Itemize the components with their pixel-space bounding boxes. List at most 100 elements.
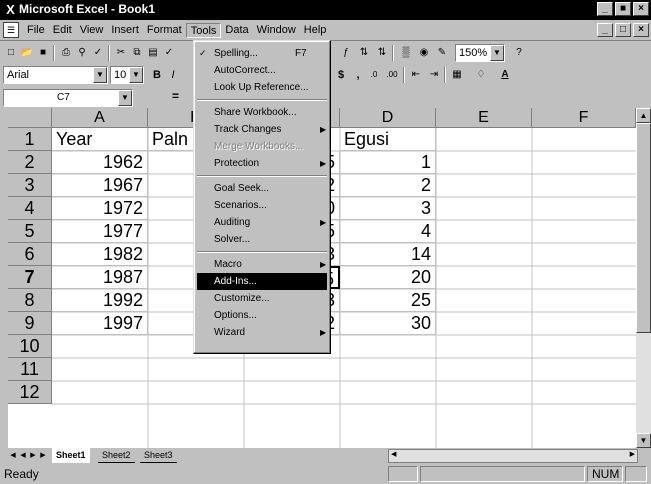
row-header-5[interactable]: 5	[8, 220, 52, 243]
cell-d7[interactable]: 20	[340, 266, 436, 289]
menu-item-options[interactable]: Options...	[197, 307, 327, 324]
menu-help[interactable]: Help	[300, 23, 331, 38]
cell-a6[interactable]: 1982	[52, 243, 148, 266]
chart-wizard-icon[interactable]: ▒	[398, 45, 414, 61]
row-header-7[interactable]: 7	[8, 266, 52, 289]
zoom-combo[interactable]: 150% ▼	[455, 44, 505, 62]
increase-decimal-button[interactable]: .0	[366, 67, 382, 83]
comma-button[interactable]: ,	[350, 67, 366, 83]
doc-close-button[interactable]: ×	[633, 23, 649, 37]
doc-restore-button[interactable]: □	[615, 23, 631, 37]
row-header-2[interactable]: 2	[8, 151, 52, 174]
function-icon[interactable]: ƒ	[338, 45, 354, 61]
cell-a8[interactable]: 1992	[52, 289, 148, 312]
minimize-button[interactable]: _	[597, 2, 613, 16]
vertical-scrollbar[interactable]: ▲ ▼	[636, 108, 651, 448]
select-all-corner[interactable]	[8, 108, 52, 128]
spelling-icon[interactable]: ✓	[90, 45, 106, 61]
cell-a1[interactable]: Year	[52, 128, 148, 151]
excel-app-icon[interactable]: X	[3, 2, 18, 17]
cell-a9[interactable]: 1997	[52, 312, 148, 335]
print-preview-icon[interactable]: ⚲	[74, 45, 90, 61]
scroll-left-icon[interactable]: ◀	[391, 450, 396, 458]
row-header-6[interactable]: 6	[8, 243, 52, 266]
copy-icon[interactable]: ⧉	[129, 45, 145, 61]
increase-indent-icon[interactable]: ⇥	[426, 67, 442, 83]
tab-sheet1[interactable]: Sheet1	[52, 448, 90, 463]
last-sheet-icon[interactable]: ▶	[38, 449, 48, 462]
cell-d9[interactable]: 30	[340, 312, 436, 335]
open-icon[interactable]: 📂	[19, 45, 35, 61]
sort-descending-icon[interactable]: ⇅	[374, 45, 390, 61]
print-icon[interactable]: ⎙	[58, 45, 74, 61]
name-box[interactable]: C7 ▼	[3, 89, 133, 107]
menu-item-auditing[interactable]: Auditing ▶	[197, 214, 327, 231]
cell-d6[interactable]: 14	[340, 243, 436, 266]
scroll-right-icon[interactable]: ▶	[630, 450, 635, 458]
chevron-down-icon[interactable]: ▼	[93, 67, 107, 83]
font-color-icon[interactable]: A	[497, 67, 513, 83]
chevron-down-icon[interactable]: ▼	[118, 90, 132, 106]
help-icon[interactable]: ?	[511, 45, 527, 61]
menu-format[interactable]: Format	[143, 23, 186, 38]
row-header-12[interactable]: 12	[8, 381, 52, 404]
doc-minimize-button[interactable]: _	[597, 23, 613, 37]
menu-data[interactable]: Data	[221, 23, 252, 38]
row-header-10[interactable]: 10	[8, 335, 52, 358]
menu-window[interactable]: Window	[253, 23, 300, 38]
row-header-1[interactable]: 1	[8, 128, 52, 151]
row-header-11[interactable]: 11	[8, 358, 52, 381]
fill-color-icon[interactable]: ♢	[473, 67, 489, 83]
chevron-down-icon[interactable]: ▼	[129, 67, 143, 83]
menu-item-add-ins[interactable]: Add-Ins...	[197, 273, 327, 290]
cell-d2[interactable]: 1	[340, 151, 436, 174]
maximize-button[interactable]: ■	[615, 2, 631, 16]
scroll-up-icon[interactable]: ▲	[636, 108, 651, 123]
currency-button[interactable]: $	[333, 67, 349, 83]
menu-item-customize[interactable]: Customize...	[197, 290, 327, 307]
menu-tools[interactable]: Tools	[185, 23, 222, 38]
sort-ascending-icon[interactable]: ⇅	[356, 45, 372, 61]
menu-edit[interactable]: Edit	[49, 23, 76, 38]
menu-item-wizard[interactable]: Wizard ▶	[197, 324, 327, 341]
row-header-4[interactable]: 4	[8, 197, 52, 220]
col-header-f[interactable]: F	[532, 108, 636, 128]
cell-a4[interactable]: 1972	[52, 197, 148, 220]
col-header-e[interactable]: E	[436, 108, 532, 128]
horizontal-scrollbar[interactable]: ◀ ▶	[388, 449, 638, 463]
menu-file[interactable]: File	[23, 23, 49, 38]
borders-icon[interactable]: ▦	[449, 67, 465, 83]
map-icon[interactable]: ◉	[416, 45, 432, 61]
menu-item-spelling[interactable]: ✓ Spelling... F7	[197, 45, 327, 62]
cell-a5[interactable]: 1977	[52, 220, 148, 243]
cell-d5[interactable]: 4	[340, 220, 436, 243]
menu-insert[interactable]: Insert	[107, 23, 143, 38]
next-sheet-icon[interactable]: ▶	[28, 449, 38, 462]
new-icon[interactable]: □	[3, 45, 19, 61]
cell-b1[interactable]: Paln	[148, 128, 198, 151]
font-size-combo[interactable]: 10 ▼	[110, 66, 144, 84]
font-name-combo[interactable]: Arial ▼	[3, 66, 108, 84]
format-painter-icon[interactable]: ✓	[161, 45, 177, 61]
menu-item-share-workbook[interactable]: Share Workbook...	[197, 104, 327, 121]
row-header-3[interactable]: 3	[8, 174, 52, 197]
menu-item-protection[interactable]: Protection ▶	[197, 155, 327, 172]
col-header-d[interactable]: D	[340, 108, 436, 128]
cell-a3[interactable]: 1967	[52, 174, 148, 197]
cell-d4[interactable]: 3	[340, 197, 436, 220]
menu-item-lookup-reference[interactable]: Look Up Reference...	[197, 79, 327, 96]
cut-icon[interactable]: ✂	[113, 45, 129, 61]
menu-item-goal-seek[interactable]: Goal Seek...	[197, 180, 327, 197]
bold-button[interactable]: B	[149, 67, 165, 83]
italic-button[interactable]: I	[165, 67, 181, 83]
decrease-indent-icon[interactable]: ⇤	[408, 67, 424, 83]
cell-a2[interactable]: 1962	[52, 151, 148, 174]
scroll-thumb[interactable]	[636, 123, 651, 333]
menu-item-autocorrect[interactable]: AutoCorrect...	[197, 62, 327, 79]
tab-sheet2[interactable]: Sheet2	[98, 448, 135, 463]
menu-item-track-changes[interactable]: Track Changes ▶	[197, 121, 327, 138]
menu-view[interactable]: View	[76, 23, 108, 38]
document-icon[interactable]: ☰	[3, 22, 19, 38]
menu-item-solver[interactable]: Solver...	[197, 231, 327, 248]
paste-icon[interactable]: ▤	[145, 45, 161, 61]
